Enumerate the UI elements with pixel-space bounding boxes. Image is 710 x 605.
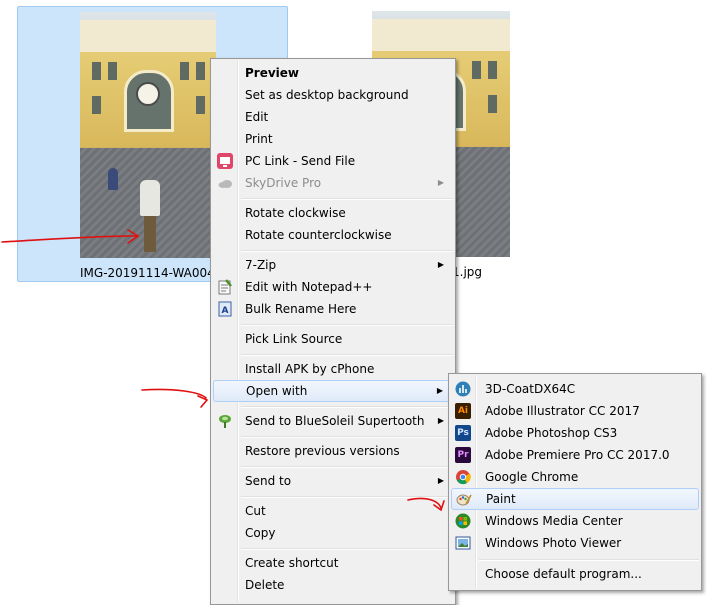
svg-text:A: A	[222, 306, 229, 316]
menu-item-bulk-rename[interactable]: A Bulk Rename Here	[213, 298, 453, 320]
menu-item-rotate-counterclockwise[interactable]: Rotate counterclockwise	[213, 224, 453, 246]
photo-thumbnail	[80, 12, 216, 258]
bulk-rename-icon: A	[217, 301, 233, 317]
menu-item-install-apk[interactable]: Install APK by cPhone	[213, 358, 453, 380]
open-with-chrome[interactable]: Google Chrome	[451, 466, 699, 488]
open-with-3d-coat[interactable]: 3D-CoatDX64C	[451, 378, 699, 400]
menu-item-restore-previous-versions[interactable]: Restore previous versions	[213, 440, 453, 462]
menu-item-7zip[interactable]: 7-Zip ▶	[213, 254, 453, 276]
context-menu: Preview Set as desktop background Edit P…	[210, 58, 456, 605]
notepad-plus-plus-icon	[217, 279, 233, 295]
submenu-arrow-icon: ▶	[436, 386, 443, 395]
menu-item-create-shortcut[interactable]: Create shortcut	[213, 552, 453, 574]
open-with-media-center[interactable]: Windows Media Center	[451, 510, 699, 532]
menu-item-copy[interactable]: Copy	[213, 522, 453, 544]
menu-item-open-with[interactable]: Open with ▶	[213, 380, 453, 402]
menu-item-delete[interactable]: Delete	[213, 574, 453, 596]
open-with-paint[interactable]: Paint	[451, 488, 699, 510]
menu-item-preview[interactable]: Preview	[213, 62, 453, 84]
menu-item-cut[interactable]: Cut	[213, 500, 453, 522]
3d-coat-icon	[455, 381, 471, 397]
windows-photo-viewer-icon	[455, 535, 471, 551]
menu-item-set-desktop-background[interactable]: Set as desktop background	[213, 84, 453, 106]
menu-item-print[interactable]: Print	[213, 128, 453, 150]
submenu-arrow-icon: ▶	[437, 476, 444, 485]
skydrive-icon	[217, 175, 233, 191]
paint-icon	[456, 491, 472, 507]
file-name: 1.jpg	[452, 265, 483, 279]
menu-item-pc-link[interactable]: PC Link - Send File	[213, 150, 453, 172]
open-with-premiere[interactable]: Pr Adobe Premiere Pro CC 2017.0	[451, 444, 699, 466]
submenu-arrow-icon: ▶	[437, 416, 444, 425]
menu-item-rotate-clockwise[interactable]: Rotate clockwise	[213, 202, 453, 224]
adobe-premiere-icon: Pr	[455, 447, 471, 463]
google-chrome-icon	[455, 469, 471, 485]
menu-item-pick-link-source[interactable]: Pick Link Source	[213, 328, 453, 350]
menu-item-skydrive-pro[interactable]: SkyDrive Pro ▶	[213, 172, 453, 194]
open-with-illustrator[interactable]: Ai Adobe Illustrator CC 2017	[451, 400, 699, 422]
bluesoleil-icon	[217, 413, 233, 429]
menu-item-edit[interactable]: Edit	[213, 106, 453, 128]
adobe-photoshop-icon: Ps	[455, 425, 471, 441]
submenu-arrow-icon: ▶	[437, 260, 444, 269]
adobe-illustrator-icon: Ai	[455, 403, 471, 419]
open-with-photo-viewer[interactable]: Windows Photo Viewer	[451, 532, 699, 554]
menu-item-send-to[interactable]: Send to ▶	[213, 470, 453, 492]
menu-item-edit-notepad-plus-plus[interactable]: Edit with Notepad++	[213, 276, 453, 298]
pc-link-icon	[217, 153, 233, 169]
submenu-arrow-icon: ▶	[437, 178, 444, 187]
menu-item-send-to-bluesoleil[interactable]: Send to BlueSoleil Supertooth ▶	[213, 410, 453, 432]
open-with-photoshop[interactable]: Ps Adobe Photoshop CS3	[451, 422, 699, 444]
clock-icon	[136, 82, 160, 106]
annotation-arrow-open-with	[141, 388, 207, 399]
windows-media-center-icon	[455, 513, 471, 529]
open-with-choose-default-program[interactable]: Choose default program...	[451, 563, 699, 585]
open-with-submenu: 3D-CoatDX64C Ai Adobe Illustrator CC 201…	[448, 373, 702, 591]
